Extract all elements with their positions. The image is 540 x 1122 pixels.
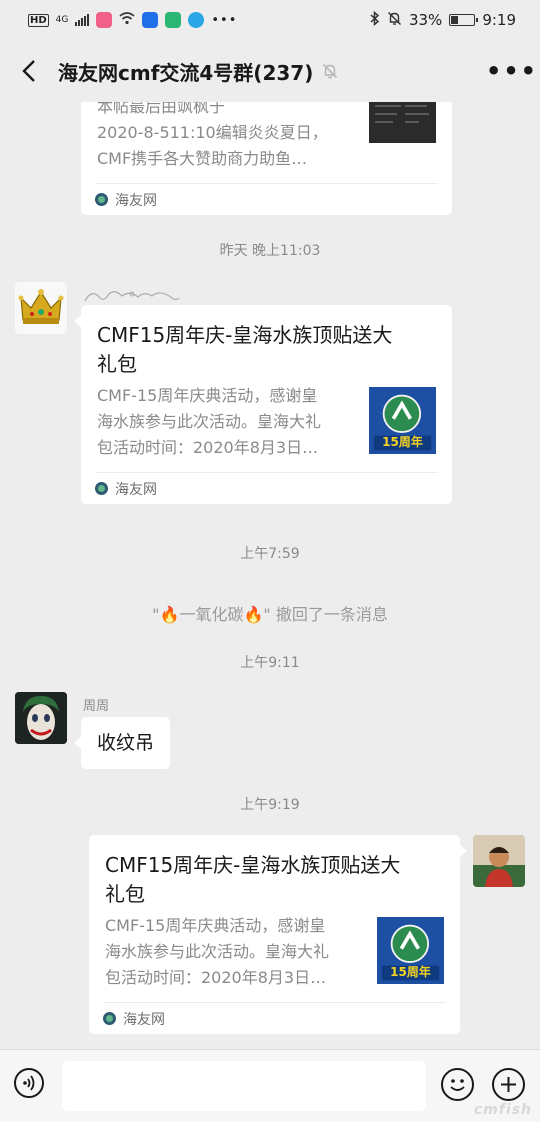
timestamp: 上午9:19 [240, 797, 300, 813]
recall-suffix: " 撤回了一条消息 [263, 605, 388, 624]
source-name: 海友网 [115, 192, 157, 209]
source-name: 海友网 [115, 481, 157, 498]
bluetooth-icon [370, 10, 380, 30]
status-bar: HD 4G ••• 33% 9:19 [0, 0, 540, 40]
card-desc-line: 海水族参与此次活动。皇海大礼 [97, 412, 322, 431]
card-description: 本帖最后由飒枫于 2020-8-511:10编辑炎炎夏日， CMF携手各大赞助商… [97, 102, 357, 172]
child-avatar-icon [473, 835, 525, 887]
bubble-tail [74, 315, 81, 327]
fire-icon: 🔥 [243, 605, 264, 624]
recall-notice: "🔥一氧化碳🔥" 撤回了一条消息 [0, 601, 540, 625]
card-description: CMF-15周年庆典活动，感谢皇 海水族参与此次活动。皇海大礼 包活动时间：20… [105, 913, 370, 991]
link-card[interactable]: CMF15周年庆-皇海水族顶贴送大 礼包 CMF-15周年庆典活动，感谢皇 海水… [81, 305, 452, 504]
card-desc-line: 海水族参与此次活动。皇海大礼 [105, 942, 330, 961]
card-title: CMF15周年庆-皇海水族顶贴送大 礼包 [105, 851, 445, 909]
status-right: 33% 9:19 [370, 10, 516, 30]
message-input[interactable] [62, 1061, 426, 1111]
card-desc-line: CMF-15周年庆典活动，感谢皇 [105, 916, 326, 935]
thumb-label: 15周年 [390, 965, 431, 979]
card-source: 海友网 [95, 183, 438, 215]
status-left: HD 4G ••• [28, 11, 237, 29]
input-bar: cmfish [0, 1049, 540, 1122]
recall-user-name: 一氧化碳 [179, 605, 244, 624]
source-name: 海友网 [123, 1011, 165, 1028]
text-message[interactable]: 收纹吊 [81, 717, 171, 769]
link-card[interactable]: CMF15周年庆-皇海水族顶贴送大 礼包 CMF-15周年庆典活动，感谢皇 海水… [89, 835, 460, 1034]
card-desc-line: CMF携手各大赞助商力助鱼… [97, 149, 308, 168]
avatar[interactable] [15, 282, 67, 334]
fire-icon: 🔥 [159, 605, 180, 624]
battery-percent: 33% [408, 11, 443, 29]
card-thumbnail: 15周年 [369, 387, 436, 454]
chat-header: 海友网cmf交流4号群(237) ••• [0, 40, 540, 102]
hd-badge: HD [28, 13, 49, 27]
card-source: 海友网 [103, 1002, 446, 1034]
sender-name: 周周 [83, 699, 110, 714]
back-icon[interactable] [14, 56, 44, 86]
voice-icon [23, 1075, 35, 1091]
mute-bell-icon [387, 11, 402, 30]
link-card[interactable]: 本帖最后由飒枫于 2020-8-511:10编辑炎炎夏日， CMF携手各大赞助商… [81, 102, 452, 215]
recall-prefix: " [152, 605, 160, 624]
card-desc-line: 包活动时间：2020年8月3日… [105, 968, 327, 987]
source-logo-icon [95, 482, 108, 495]
card-desc-line: 本帖最后由飒枫于 [97, 102, 226, 116]
source-logo-icon [103, 1012, 116, 1025]
bubble-tail [74, 737, 81, 749]
timestamp: 上午7:59 [240, 546, 300, 562]
emoji-button[interactable] [441, 1068, 474, 1101]
timestamp: 上午9:11 [240, 655, 300, 671]
card-title-line: CMF15周年庆-皇海水族顶贴送大 [105, 853, 401, 877]
signal-icon [75, 14, 90, 26]
emoji-icon [450, 1079, 465, 1091]
card-title-line: 礼包 [105, 882, 145, 906]
chat-title: 海友网cmf交流4号群(237) [58, 60, 314, 85]
network-type: 4G [55, 14, 69, 25]
plus-icon [501, 1077, 516, 1092]
watermark: cmfish [473, 1102, 532, 1118]
card-thumbnail [369, 102, 436, 143]
avatar[interactable] [473, 835, 525, 887]
card-title-line: CMF15周年庆-皇海水族顶贴送大 [97, 323, 393, 347]
more-actions-button[interactable] [492, 1068, 525, 1101]
card-desc-line: 包活动时间：2020年8月3日… [97, 438, 319, 457]
avatar[interactable] [15, 692, 67, 744]
battery-icon [449, 14, 479, 26]
source-logo-icon [95, 193, 108, 206]
more-options-icon[interactable]: ••• [486, 59, 536, 83]
voice-input-button[interactable] [14, 1068, 44, 1098]
wifi-icon [119, 11, 135, 29]
muted-bell-icon [321, 62, 339, 80]
card-desc-line: 2020-8-511:10编辑炎炎夏日， [97, 123, 328, 142]
card-source: 海友网 [95, 472, 438, 504]
card-thumbnail: 15周年 [377, 917, 444, 984]
card-title-line: 礼包 [97, 352, 137, 376]
app-notification-icon [96, 12, 113, 28]
app-notification-icon [165, 12, 182, 28]
card-description: CMF-15周年庆典活动，感谢皇 海水族参与此次活动。皇海大礼 包活动时间：20… [97, 383, 362, 461]
bubble-tail [460, 845, 467, 857]
app-notification-icon [188, 12, 205, 28]
joker-avatar-icon [15, 692, 67, 744]
card-title: CMF15周年庆-皇海水族顶贴送大 礼包 [97, 321, 437, 379]
thumb-label: 15周年 [382, 435, 423, 449]
more-notifications-icon: ••• [211, 12, 238, 28]
message-list[interactable]: 本帖最后由飒枫于 2020-8-511:10编辑炎炎夏日， CMF携手各大赞助商… [0, 102, 540, 1049]
card-desc-line: CMF-15周年庆典活动，感谢皇 [97, 386, 318, 405]
timestamp: 昨天 晚上11:03 [219, 243, 321, 259]
crown-icon [15, 282, 67, 334]
clock: 9:19 [482, 11, 516, 29]
app-notification-icon [142, 12, 159, 28]
